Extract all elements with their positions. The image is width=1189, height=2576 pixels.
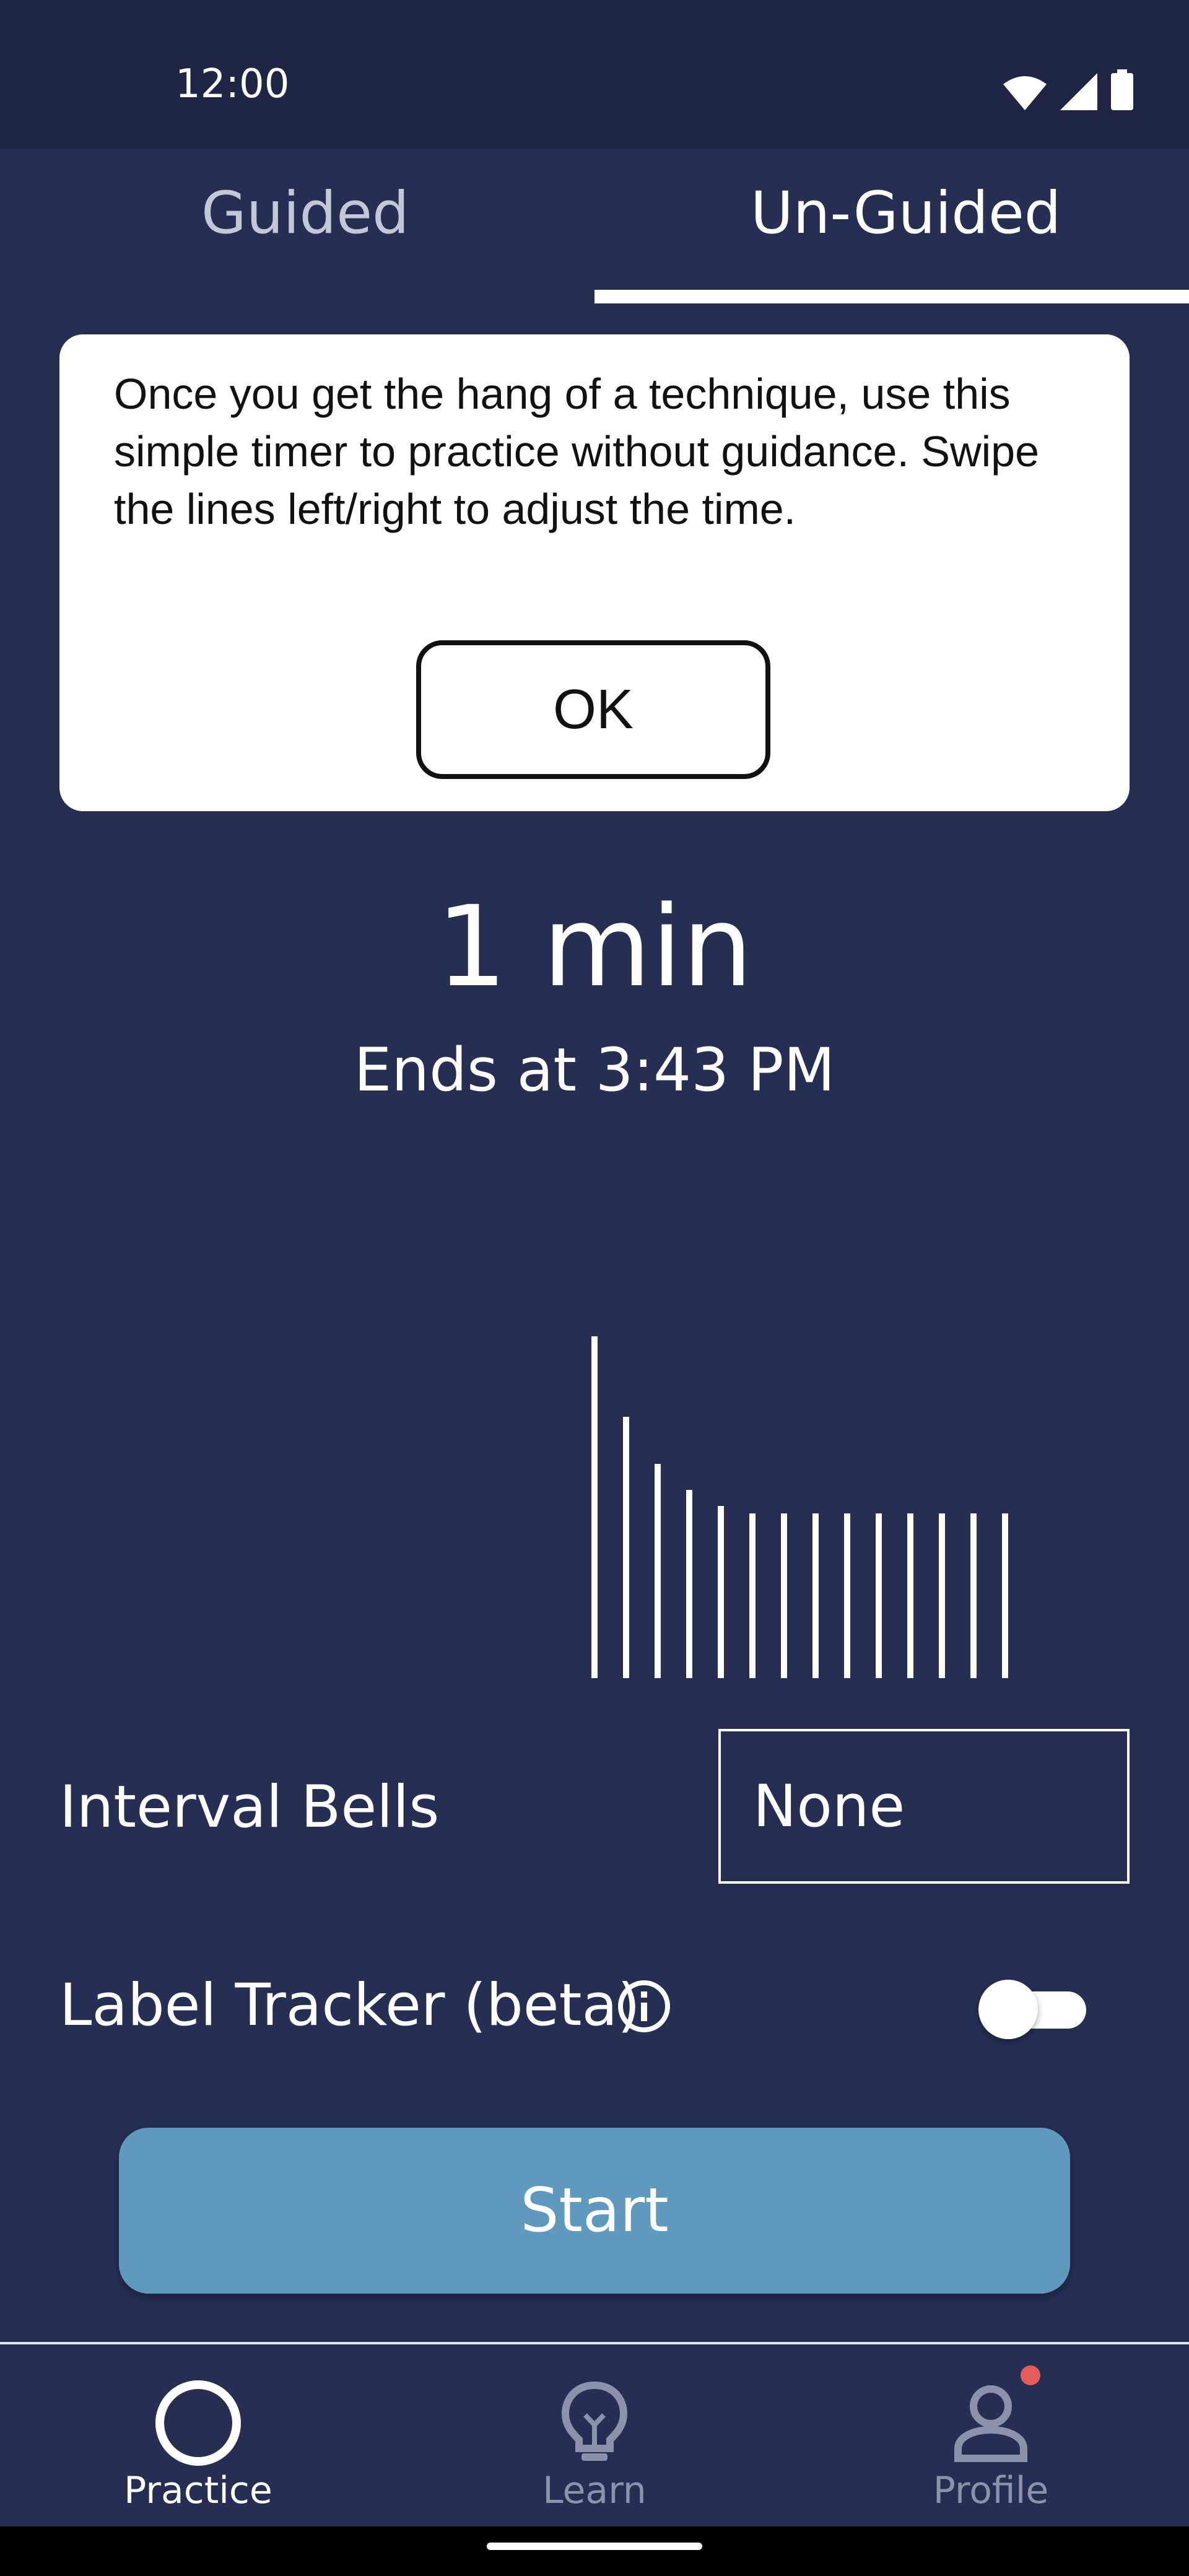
slider-line: [1002, 1513, 1008, 1678]
toggle-thumb: [978, 1980, 1038, 2039]
start-button[interactable]: Start: [119, 2128, 1070, 2294]
person-icon: [954, 2385, 1027, 2462]
profile-notification-dot: [1021, 2365, 1040, 2385]
timer-end-time: Ends at 3:43 PM: [354, 1035, 835, 1105]
slider-line: [812, 1513, 819, 1678]
tab-guided[interactable]: Guided: [201, 185, 409, 243]
bottom-navigation: Practice Learn Profile: [0, 2342, 1189, 2526]
nav-learn-label: Learn: [542, 2469, 647, 2512]
slider-line: [623, 1417, 629, 1678]
interval-bells-select[interactable]: None: [718, 1729, 1130, 1884]
slider-line: [907, 1513, 913, 1678]
circle-icon: [155, 2380, 241, 2466]
slider-line: [655, 1464, 661, 1678]
slider-line: [686, 1490, 692, 1678]
status-icons: [1003, 69, 1133, 110]
timer-duration: 1 min: [436, 882, 753, 1012]
wifi-icon: [1003, 76, 1047, 110]
lightbulb-icon: [561, 2381, 628, 2461]
nav-practice[interactable]: Practice: [0, 2344, 396, 2529]
ok-button[interactable]: OK: [416, 640, 770, 779]
info-dialog: Once you get the hang of a technique, us…: [59, 334, 1130, 811]
interval-bells-label: Interval Bells: [59, 1773, 440, 1841]
slider-line: [749, 1513, 756, 1678]
label-tracker-toggle[interactable]: [978, 1978, 1094, 2040]
tab-selected-indicator: [594, 290, 1189, 303]
slider-line: [591, 1336, 598, 1678]
status-time: 12:00: [175, 61, 290, 107]
slider-line: [939, 1513, 945, 1678]
tab-un-guided[interactable]: Un-Guided: [751, 185, 1061, 243]
label-tracker-label: Label Tracker (beta): [59, 1972, 640, 2039]
time-slider-lines[interactable]: [582, 1325, 1053, 1684]
slider-line: [844, 1513, 850, 1678]
nav-profile[interactable]: Profile: [793, 2344, 1189, 2529]
gesture-handle[interactable]: [487, 2543, 702, 2550]
info-icon[interactable]: [617, 1979, 671, 2034]
nav-learn[interactable]: Learn: [396, 2344, 793, 2529]
system-navigation-bar: [0, 2526, 1189, 2576]
slider-line: [781, 1513, 787, 1678]
slider-line: [970, 1513, 977, 1678]
tab-bar: Guided Un-Guided: [0, 149, 1189, 303]
slider-line: [876, 1513, 882, 1678]
cellular-signal-icon: [1060, 73, 1097, 110]
nav-practice-label: Practice: [124, 2469, 272, 2512]
slider-line: [718, 1506, 724, 1678]
nav-profile-label: Profile: [933, 2469, 1049, 2512]
battery-icon: [1111, 69, 1133, 110]
status-bar: 12:00: [0, 0, 1189, 149]
dialog-message: Once you get the hang of a technique, us…: [114, 370, 1040, 533]
